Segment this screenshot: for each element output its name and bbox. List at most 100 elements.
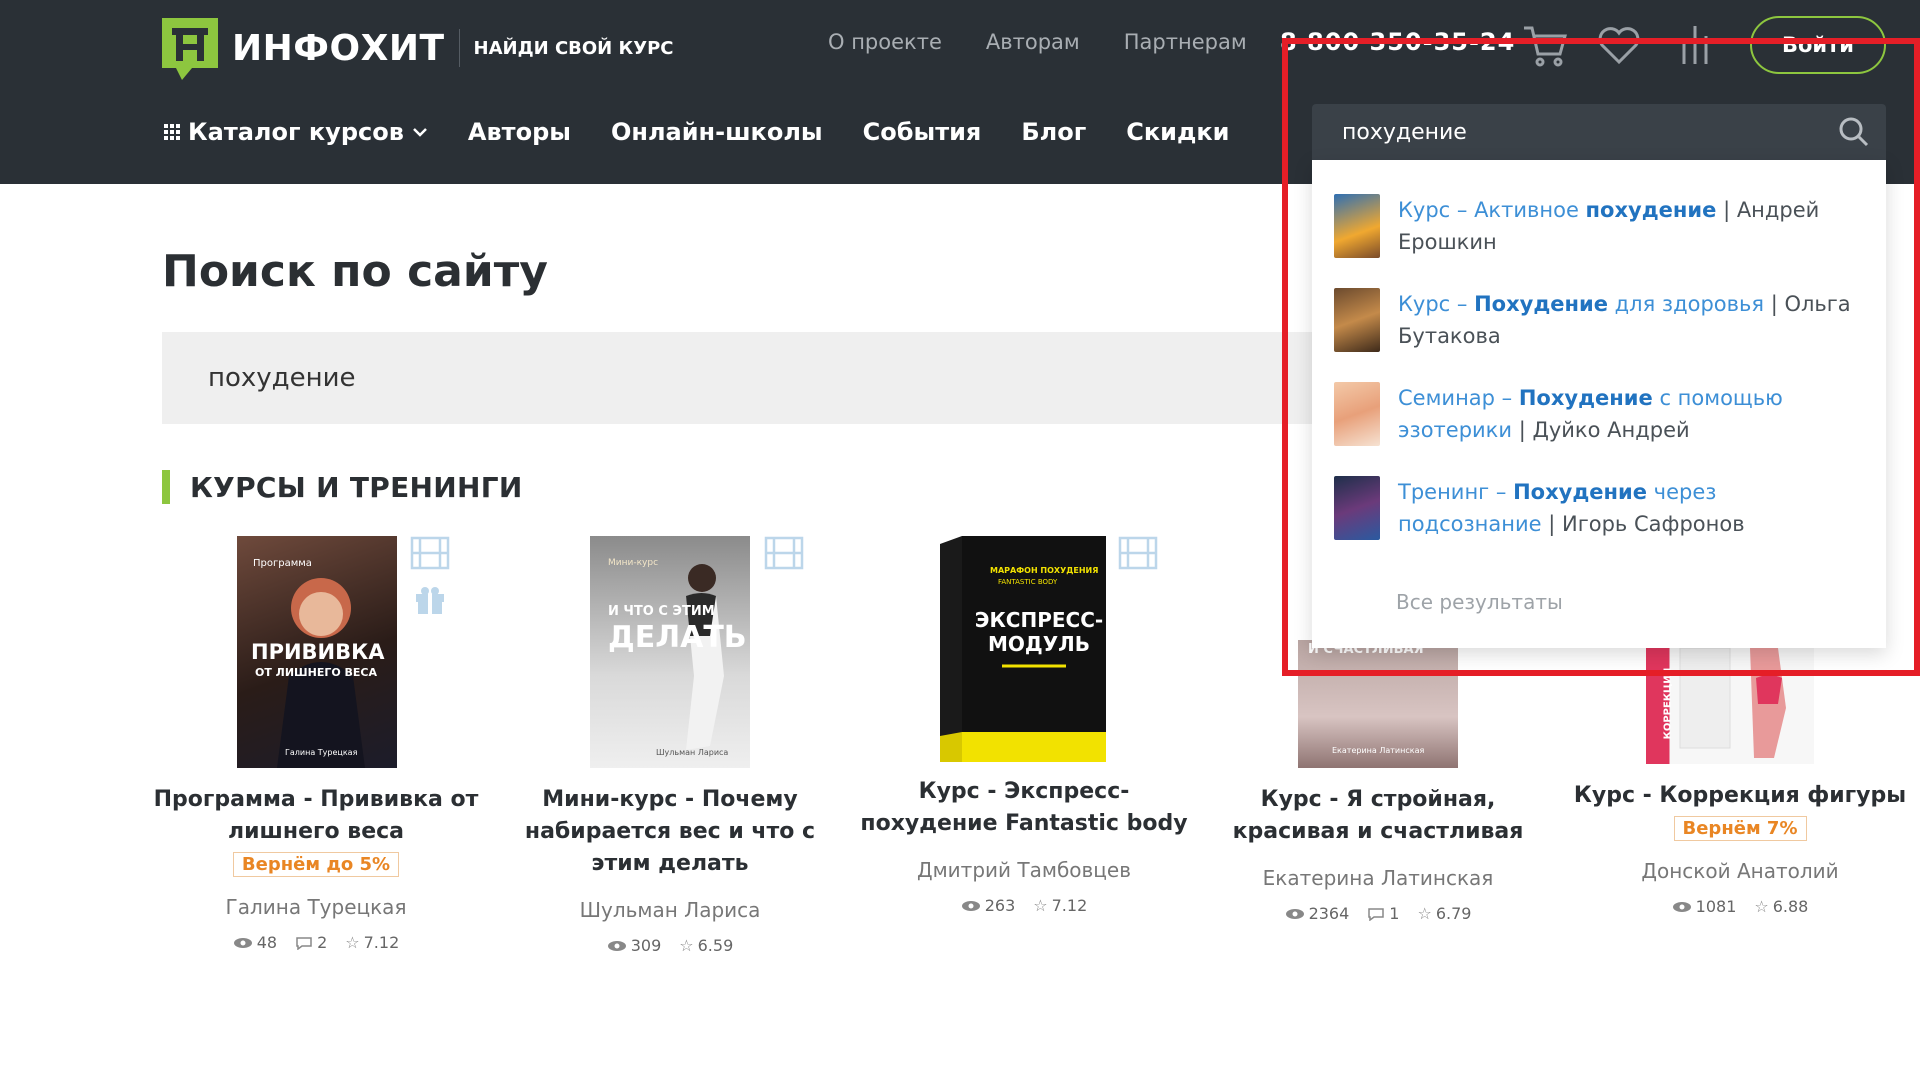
suggestion-thumbnail: [1334, 288, 1380, 352]
course-stats: 48 2 ☆ 7.12: [146, 933, 486, 952]
suggestion-item[interactable]: Семинар – Похудение с помощью эзотерики …: [1334, 382, 1864, 446]
rating-stat: ☆ 7.12: [1033, 896, 1088, 915]
star-icon: ☆: [345, 933, 360, 952]
course-cover[interactable]: Мини-курс И ЧТО С ЭТИМ ДЕЛАТЬ Шульман Ла…: [590, 536, 750, 768]
nav-catalog-label: Каталог курсов: [188, 118, 404, 146]
course-author[interactable]: Дмитрий Тамбовцев: [854, 858, 1194, 882]
course-stats: 309 ☆ 6.59: [500, 936, 840, 955]
cashback-badge: Вернём 7%: [1673, 816, 1807, 841]
cover-sub-text: FANTASTIC BODY: [998, 578, 1058, 586]
suggestion-link[interactable]: Курс – Активное похудение: [1398, 198, 1716, 222]
rating-stat: ☆ 6.59: [679, 936, 734, 955]
page-search-bar[interactable]: [162, 332, 1312, 424]
course-author[interactable]: Галина Турецкая: [146, 895, 486, 919]
course-title[interactable]: Мини-курс - Почему набирается вес и что …: [500, 784, 840, 880]
suggestion-item[interactable]: Курс – Похудение для здоровья | Ольга Бу…: [1334, 288, 1864, 352]
cover-main-text: ПРИВИВКА: [251, 640, 385, 664]
course-title[interactable]: Программа - Прививка от лишнего веса: [146, 784, 486, 848]
rating-stat: ☆ 7.12: [345, 933, 400, 952]
page-search-input[interactable]: [208, 358, 1208, 398]
comments-stat: 1: [1367, 904, 1399, 923]
nav-catalog[interactable]: Каталог курсов: [164, 118, 428, 146]
course-cover[interactable]: КОРРЕКЦИЯ: [1646, 648, 1814, 764]
section-title: КУРСЫ И ТРЕНИНГИ: [162, 470, 523, 504]
views-stat: 263: [961, 896, 1015, 915]
rating-stat: ☆ 6.79: [1417, 904, 1472, 923]
search-icon[interactable]: [1838, 116, 1870, 148]
phone-number[interactable]: 8 800 350-35-24: [1280, 28, 1515, 56]
course-author[interactable]: Шульман Лариса: [500, 898, 840, 922]
logo-divider: [458, 29, 460, 67]
logo-tagline: НАЙДИ СВОЙ КУРС: [473, 37, 674, 59]
page-title: Поиск по сайту: [162, 246, 548, 297]
course-card: Мини-курс - Почему набирается вес и что …: [500, 784, 840, 955]
cover-sub-text: И ЧТО С ЭТИМ: [608, 604, 715, 619]
cover-top-text: Мини-курс: [608, 558, 659, 568]
course-author[interactable]: Екатерина Латинская: [1208, 866, 1548, 890]
suggestion-thumbnail: [1334, 476, 1380, 540]
eye-icon: [607, 940, 626, 951]
login-button[interactable]: Войти: [1750, 16, 1886, 74]
star-icon: ☆: [1033, 896, 1048, 915]
heart-icon[interactable]: [1594, 20, 1644, 70]
suggestion-text: Курс – Активное похудение | Андрей Ерошк…: [1398, 198, 1820, 254]
header-search-input[interactable]: [1342, 114, 1812, 150]
cashback-badge: Вернём до 5%: [232, 852, 400, 877]
video-icon[interactable]: [764, 536, 804, 570]
course-title[interactable]: Курс - Я стройная, красивая и счастливая: [1208, 784, 1548, 848]
course-cover[interactable]: И СЧАСТЛИВАЯ Екатерина Латинская: [1298, 640, 1458, 768]
course-title[interactable]: Курс - Экспресс-похудение Fantastic body: [854, 776, 1194, 840]
views-stat: 1081: [1672, 897, 1736, 916]
rating-stat: ☆ 6.88: [1754, 897, 1809, 916]
suggestion-text: Семинар – Похудение с помощью эзотерики …: [1398, 386, 1783, 442]
main-nav: Каталог курсов Авторы Онлайн-школы Событ…: [164, 118, 1229, 146]
top-nav-about[interactable]: О проекте: [828, 30, 942, 54]
course-card: Программа - Прививка от лишнего веса Вер…: [146, 784, 486, 952]
views-stat: 48: [233, 933, 277, 952]
logo[interactable]: ИНФОХИТ НАЙДИ СВОЙ КУРС: [162, 18, 674, 80]
course-stats: 263 ☆ 7.12: [854, 896, 1194, 915]
eye-icon: [233, 937, 252, 948]
suggestion-link[interactable]: Курс – Похудение для здоровья: [1398, 292, 1764, 316]
course-card: Курс - Я стройная, красивая и счастливая…: [1208, 784, 1548, 923]
comments-stat: 2: [295, 933, 327, 952]
suggestion-item[interactable]: Тренинг – Похудение через подсознание | …: [1334, 476, 1864, 540]
cover-main-text: КОРРЕКЦИЯ: [1662, 667, 1674, 740]
course-stats: 1081 ☆ 6.88: [1570, 897, 1910, 916]
logo-name: ИНФОХИТ: [232, 27, 445, 69]
chevron-down-icon: [413, 128, 427, 137]
cover-author-text: Галина Турецкая: [285, 748, 358, 757]
nav-schools[interactable]: Онлайн-школы: [611, 118, 823, 146]
course-cover[interactable]: МАРАФОН ПОХУДЕНИЯ FANTASTIC BODY ЭКСПРЕС…: [940, 536, 1106, 762]
course-cover[interactable]: Программа ПРИВИВКА ОТ ЛИШНЕГО ВЕСА Галин…: [237, 536, 397, 768]
eye-icon: [961, 900, 980, 911]
course-card: Курс - Коррекция фигуры Вернём 7% Донско…: [1570, 780, 1910, 916]
video-icon[interactable]: [1118, 536, 1158, 570]
gift-icon[interactable]: [412, 584, 452, 618]
compare-icon[interactable]: [1670, 20, 1720, 70]
course-card: Курс - Экспресс-похудение Fantastic body…: [854, 776, 1194, 915]
top-nav-authors[interactable]: Авторам: [986, 30, 1080, 54]
nav-discounts[interactable]: Скидки: [1126, 118, 1229, 146]
nav-blog[interactable]: Блог: [1021, 118, 1086, 146]
top-nav: О проекте Авторам Партнерам: [828, 30, 1247, 54]
header-search-box[interactable]: [1312, 104, 1886, 160]
search-suggestions-dropdown: Курс – Активное похудение | Андрей Ерошк…: [1312, 160, 1886, 648]
cover-top-text: МАРАФОН ПОХУДЕНИЯ: [990, 566, 1099, 575]
nav-authors[interactable]: Авторы: [468, 118, 571, 146]
suggestion-item[interactable]: Курс – Активное похудение | Андрей Ерошк…: [1334, 194, 1864, 258]
top-nav-partners[interactable]: Партнерам: [1124, 30, 1247, 54]
course-title[interactable]: Курс - Коррекция фигуры: [1570, 780, 1910, 812]
suggestion-text: Курс – Похудение для здоровья | Ольга Бу…: [1398, 292, 1851, 348]
suggestion-text: Тренинг – Похудение через подсознание | …: [1398, 480, 1745, 536]
star-icon: ☆: [1754, 897, 1769, 916]
suggestion-thumbnail: [1334, 194, 1380, 258]
course-author[interactable]: Донской Анатолий: [1570, 859, 1910, 883]
video-icon[interactable]: [410, 536, 450, 570]
course-stats: 2364 1 ☆ 6.79: [1208, 904, 1548, 923]
nav-events[interactable]: События: [863, 118, 982, 146]
cart-icon[interactable]: [1520, 20, 1570, 70]
all-results-link[interactable]: Все результаты: [1396, 590, 1563, 614]
suggestion-thumbnail: [1334, 382, 1380, 446]
eye-icon: [1285, 908, 1304, 919]
